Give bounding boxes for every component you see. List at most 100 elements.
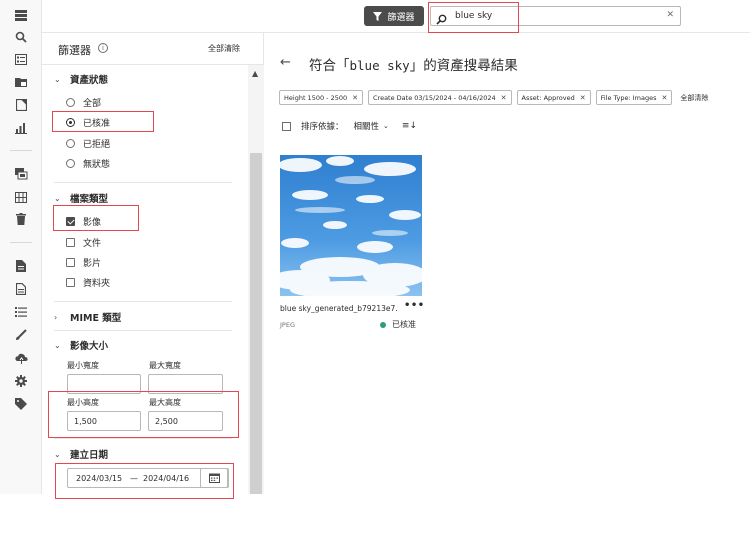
- divider: [54, 330, 232, 331]
- active-filter-tags: Height 1500 - 2500 ✕ Create Date 03/15/20…: [279, 90, 708, 105]
- grid-icon[interactable]: [14, 190, 28, 204]
- close-icon[interactable]: ✕: [501, 94, 507, 102]
- file-type-option-video[interactable]: 影片: [66, 256, 101, 269]
- radio-none[interactable]: [66, 159, 75, 168]
- status-option-none[interactable]: 無狀態: [66, 157, 110, 170]
- filter-panel-header: 篩選器 i 全部清除: [42, 33, 264, 65]
- filter-tag[interactable]: Asset: Approved ✕: [516, 90, 591, 105]
- more-options-icon[interactable]: •••: [404, 300, 425, 311]
- status-option-label: 全部: [83, 99, 102, 109]
- folder-image-icon[interactable]: [14, 75, 28, 89]
- page-title: 符合「blue sky」的資產搜尋結果: [309, 54, 518, 74]
- results-area: ← 符合「blue sky」的資產搜尋結果 Height 1500 - 2500…: [264, 33, 750, 494]
- close-icon[interactable]: ✕: [580, 94, 586, 102]
- top-bar: 篩選器 blue sky ✕: [42, 0, 750, 33]
- file-type-label: 資料夾: [83, 279, 111, 289]
- asset-thumbnail[interactable]: [280, 155, 422, 296]
- scroll-up-icon[interactable]: ▲: [252, 69, 258, 78]
- close-icon[interactable]: ✕: [662, 94, 668, 102]
- close-icon[interactable]: ✕: [666, 10, 674, 20]
- file-icon[interactable]: [14, 282, 28, 296]
- cloud-upload-icon[interactable]: [14, 351, 28, 365]
- image-size-section-toggle[interactable]: ⌄ 影像大小: [54, 338, 109, 353]
- search-highlight: [428, 2, 519, 33]
- asset-status-section-toggle[interactable]: ⌄ 資產狀態: [54, 72, 109, 87]
- filter-panel-title: 篩選器: [58, 44, 91, 57]
- divider: [54, 301, 232, 302]
- asset-type: JPEG: [280, 321, 295, 329]
- sort-dropdown[interactable]: 相關性: [354, 120, 380, 132]
- status-label: 已核准: [392, 320, 416, 329]
- brush-icon[interactable]: [14, 328, 28, 342]
- checkbox-folder[interactable]: [66, 278, 75, 287]
- max-width-label: 最大寬度: [149, 361, 181, 370]
- file-type-label: 影片: [83, 259, 102, 269]
- mime-heading: MIME 類型: [70, 313, 122, 324]
- collections-icon[interactable]: [14, 167, 28, 181]
- approved-highlight: [52, 111, 154, 132]
- asset-status-heading: 資產狀態: [70, 75, 109, 86]
- gear-icon[interactable]: [14, 374, 28, 388]
- file-type-label: 文件: [83, 239, 102, 249]
- divider: [54, 182, 232, 183]
- asset-card[interactable]: blue sky_generated_b79213e7... ••• JPEG …: [280, 155, 424, 329]
- asset-name[interactable]: blue sky_generated_b79213e7...: [280, 304, 398, 313]
- min-width-label: 最小寬度: [67, 361, 99, 370]
- mime-section-toggle[interactable]: › MIME 類型: [54, 310, 122, 325]
- filter-tag[interactable]: Height 1500 - 2500 ✕: [279, 90, 363, 105]
- list-icon[interactable]: [14, 52, 28, 66]
- select-all-checkbox[interactable]: [282, 121, 291, 131]
- title-query: blue sky: [349, 58, 410, 73]
- file-type-section-toggle[interactable]: ⌄ 檔案類型: [54, 191, 108, 206]
- back-arrow-icon[interactable]: ←: [280, 55, 291, 70]
- filter-tag-label: Asset: Approved: [521, 93, 575, 102]
- filter-toggle-button[interactable]: 篩選器: [364, 6, 424, 26]
- close-icon[interactable]: ✕: [352, 94, 358, 102]
- info-icon[interactable]: i: [98, 43, 108, 53]
- date-highlight: [55, 463, 234, 499]
- tags-clear-all-button[interactable]: 全部清除: [680, 93, 708, 103]
- status-option-label: 已拒絕: [83, 140, 111, 150]
- sort-label: 排序依據：: [301, 122, 344, 132]
- scrollbar-thumb[interactable]: [250, 153, 262, 494]
- bookmark-icon[interactable]: [14, 98, 28, 112]
- checkbox-document[interactable]: [66, 238, 75, 247]
- status-dot: [380, 321, 386, 328]
- document-icon[interactable]: [14, 259, 28, 273]
- filter-clear-all-button[interactable]: 全部清除: [208, 43, 240, 54]
- menu-icon[interactable]: [14, 8, 28, 22]
- image-size-heading: 影像大小: [70, 341, 109, 352]
- sort-bar: 排序依據： 相關性 ⌄ ≡↓: [282, 120, 417, 132]
- title-suffix: 」的資產搜尋結果: [409, 58, 518, 74]
- icon-rail: [0, 0, 42, 494]
- search-icon[interactable]: [14, 30, 28, 44]
- checklist-icon[interactable]: [14, 305, 28, 319]
- sort-direction-icon[interactable]: ≡↓: [402, 121, 417, 131]
- filter-tag[interactable]: File Type: Images ✕: [595, 90, 673, 105]
- chevron-down-icon: ⌄: [54, 340, 61, 350]
- bar-chart-icon[interactable]: [14, 121, 28, 135]
- trash-icon[interactable]: [14, 212, 28, 226]
- file-type-option-folder[interactable]: 資料夾: [66, 276, 110, 289]
- filter-tag-label: Create Date 03/15/2024 - 04/16/2024: [373, 93, 496, 102]
- filter-tag[interactable]: Create Date 03/15/2024 - 04/16/2024 ✕: [368, 90, 512, 105]
- chevron-down-icon[interactable]: ⌄: [383, 122, 389, 130]
- image-type-highlight: [53, 205, 139, 231]
- checkbox-video[interactable]: [66, 258, 75, 267]
- filter-tag-label: File Type: Images: [600, 93, 657, 102]
- status-option-all[interactable]: 全部: [66, 96, 101, 109]
- chevron-down-icon: ⌄: [54, 449, 61, 459]
- filter-tag-label: Height 1500 - 2500: [284, 93, 348, 102]
- created-date-section-toggle[interactable]: ⌄ 建立日期: [54, 447, 109, 462]
- filter-icon: [373, 11, 383, 21]
- status-option-rejected[interactable]: 已拒絕: [66, 137, 110, 150]
- chevron-right-icon: ›: [54, 312, 58, 322]
- title-prefix: 符合「: [309, 58, 350, 74]
- height-highlight: [48, 391, 239, 438]
- created-date-heading: 建立日期: [70, 450, 109, 461]
- radio-all[interactable]: [66, 98, 75, 107]
- divider: [54, 438, 232, 439]
- radio-rejected[interactable]: [66, 139, 75, 148]
- tag-icon[interactable]: [14, 397, 28, 411]
- file-type-option-document[interactable]: 文件: [66, 236, 101, 249]
